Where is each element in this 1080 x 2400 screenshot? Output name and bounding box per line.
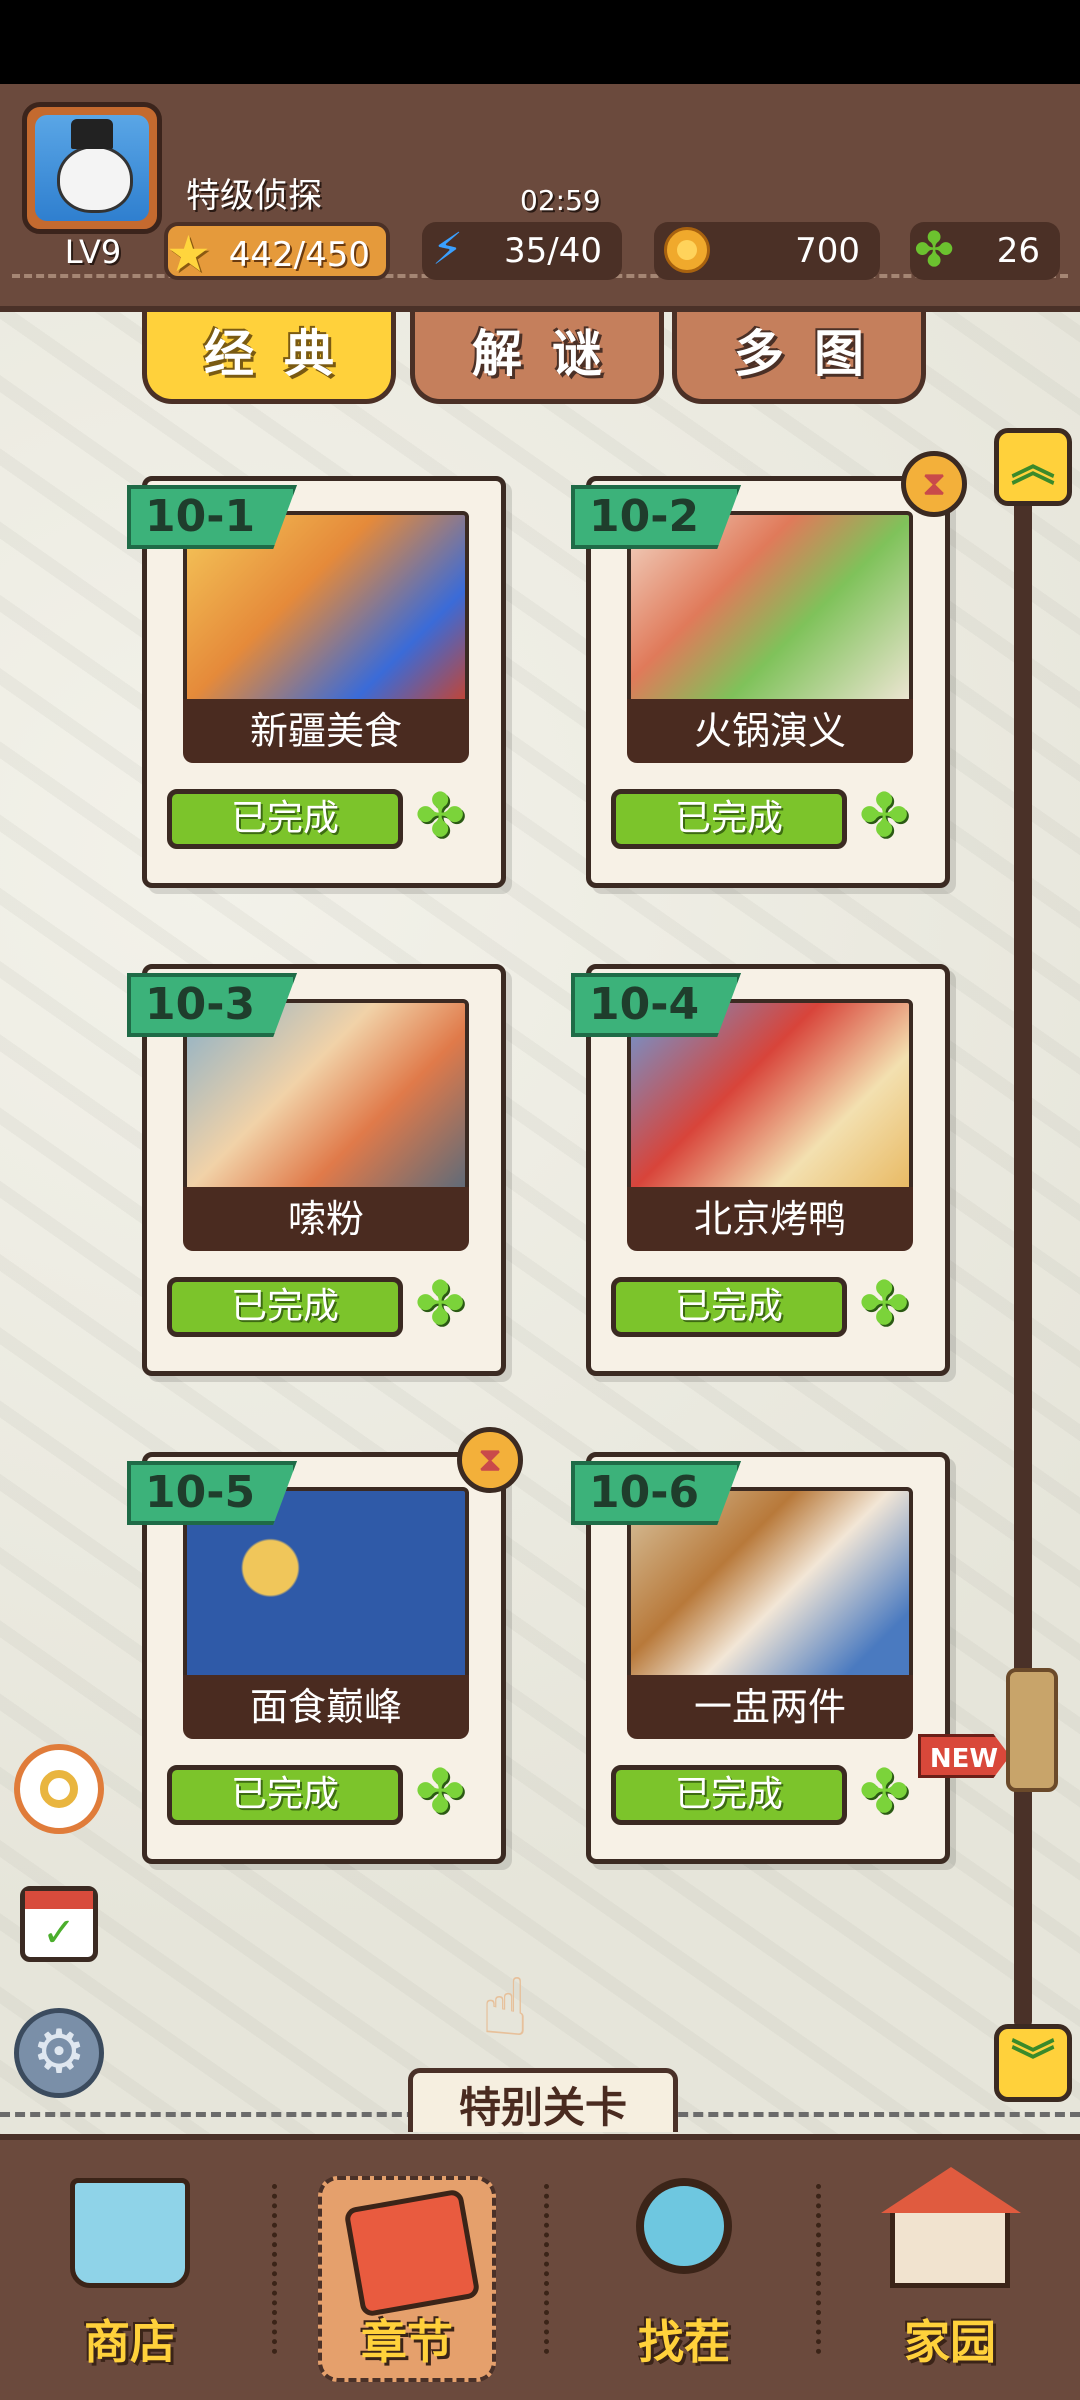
tab-classic[interactable]: 经典 bbox=[142, 312, 396, 404]
house-icon bbox=[881, 2167, 1021, 2288]
level-number-badge: 10-3 bbox=[127, 973, 297, 1037]
calendar-icon[interactable] bbox=[20, 1886, 98, 1962]
clover-icon: ✤ bbox=[859, 1757, 910, 1827]
divider bbox=[272, 2184, 277, 2354]
energy-timer: 02:59 bbox=[520, 184, 601, 217]
level-name: 一盅两件 bbox=[627, 1675, 913, 1739]
new-badge: NEW bbox=[918, 1734, 1010, 1778]
tab-puzzle[interactable]: 解谜 bbox=[410, 312, 664, 404]
level-number-badge: 10-4 bbox=[571, 973, 741, 1037]
divider bbox=[544, 2184, 549, 2354]
divider bbox=[816, 2184, 821, 2354]
magnifier-icon bbox=[636, 2178, 732, 2274]
bottom-nav: 商店 章节 找茬 家园 bbox=[0, 2134, 1080, 2400]
level-number-badge: 10-5 bbox=[127, 1461, 297, 1525]
clover-icon: ✤ bbox=[415, 1757, 466, 1827]
level-number-badge: 10-2 bbox=[571, 485, 741, 549]
status-bar bbox=[0, 0, 1080, 84]
level-number-badge: 10-1 bbox=[127, 485, 297, 549]
star-icon: ★ bbox=[166, 225, 211, 283]
double-chevron-up-icon: ︽ bbox=[1011, 440, 1055, 491]
book-icon bbox=[343, 2188, 481, 2318]
level-name: 嗦粉 bbox=[183, 1187, 469, 1251]
avatar[interactable] bbox=[22, 102, 162, 234]
level-name: 新疆美食 bbox=[183, 699, 469, 763]
level-card[interactable]: 新疆美食 10-1 已完成 ✤ bbox=[127, 476, 506, 888]
level-card[interactable]: 嗦粉 10-3 已完成 ✤ bbox=[127, 964, 506, 1376]
level-name: 面食巅峰 bbox=[183, 1675, 469, 1739]
clover-icon: ✤ bbox=[914, 222, 955, 278]
gear-icon[interactable]: ⚙ bbox=[14, 2008, 104, 2098]
nav-chapters[interactable]: 章节 bbox=[318, 2176, 496, 2382]
scroll-down-button[interactable]: ︾ bbox=[994, 2024, 1072, 2102]
tab-multi-image[interactable]: 多图 bbox=[672, 312, 926, 404]
completed-button[interactable]: 已完成 bbox=[167, 1765, 403, 1825]
level-card[interactable]: 火锅演义 10-2 已完成 ✤ ⧗ bbox=[571, 451, 967, 888]
nav-label: 找茬 bbox=[638, 2315, 730, 2369]
cat-avatar-image bbox=[35, 115, 149, 221]
completed-button[interactable]: 已完成 bbox=[167, 789, 403, 849]
level-card[interactable]: 面食巅峰 10-5 已完成 ✤ ⧗ bbox=[127, 1427, 523, 1864]
clover-icon: ✤ bbox=[859, 781, 910, 851]
energy-value: 35/40 bbox=[504, 231, 602, 271]
double-chevron-down-icon: ︾ bbox=[1011, 2036, 1055, 2087]
level-name: 北京烤鸭 bbox=[627, 1187, 913, 1251]
pointing-hand-icon: ☝ bbox=[480, 1961, 530, 2054]
completed-button[interactable]: 已完成 bbox=[611, 1277, 847, 1337]
hourglass-icon: ⧗ bbox=[457, 1427, 523, 1493]
clover-icon: ✤ bbox=[415, 1269, 466, 1339]
player-title: 特级侦探 bbox=[186, 176, 322, 216]
clover-value: 26 bbox=[996, 231, 1040, 271]
coin-value: 700 bbox=[795, 231, 860, 271]
special-level-banner[interactable]: 特别关卡 bbox=[408, 2068, 678, 2132]
level-card[interactable]: 一盅两件 10-6 已完成 ✤ bbox=[571, 1452, 950, 1864]
lifebuoy-icon[interactable] bbox=[14, 1744, 104, 1834]
nav-shop[interactable]: 商店 bbox=[20, 2160, 240, 2380]
star-counter: ★ 442/450 bbox=[164, 222, 390, 280]
nav-label: 商店 bbox=[84, 2315, 176, 2369]
lightning-icon: ⚡ bbox=[432, 224, 463, 275]
nav-spot-difference[interactable]: 找茬 bbox=[574, 2160, 794, 2380]
level-name: 火锅演义 bbox=[627, 699, 913, 763]
cart-icon bbox=[70, 2178, 190, 2288]
player-level: LV9 bbox=[64, 233, 122, 271]
level-card[interactable]: 北京烤鸭 10-4 已完成 ✤ bbox=[571, 964, 950, 1376]
clover-icon: ✤ bbox=[859, 1269, 910, 1339]
scrollbar-thumb[interactable] bbox=[1006, 1668, 1058, 1792]
nav-label: 章节 bbox=[361, 2315, 453, 2369]
level-number-badge: 10-6 bbox=[571, 1461, 741, 1525]
completed-button[interactable]: 已完成 bbox=[611, 1765, 847, 1825]
completed-button[interactable]: 已完成 bbox=[167, 1277, 403, 1337]
scrollbar-track[interactable] bbox=[1014, 470, 1032, 2030]
clover-icon: ✤ bbox=[415, 781, 466, 851]
star-value: 442/450 bbox=[228, 235, 370, 275]
coin-counter[interactable]: 700 bbox=[654, 222, 880, 280]
scroll-up-button[interactable]: ︽ bbox=[994, 428, 1072, 506]
nav-home[interactable]: 家园 bbox=[840, 2160, 1060, 2380]
nav-label: 家园 bbox=[904, 2315, 996, 2369]
energy-counter[interactable]: ⚡ 35/40 bbox=[422, 222, 622, 280]
coin-icon bbox=[664, 227, 710, 273]
clover-counter[interactable]: ✤ 26 bbox=[910, 222, 1060, 280]
completed-button[interactable]: 已完成 bbox=[611, 789, 847, 849]
hourglass-icon: ⧗ bbox=[901, 451, 967, 517]
